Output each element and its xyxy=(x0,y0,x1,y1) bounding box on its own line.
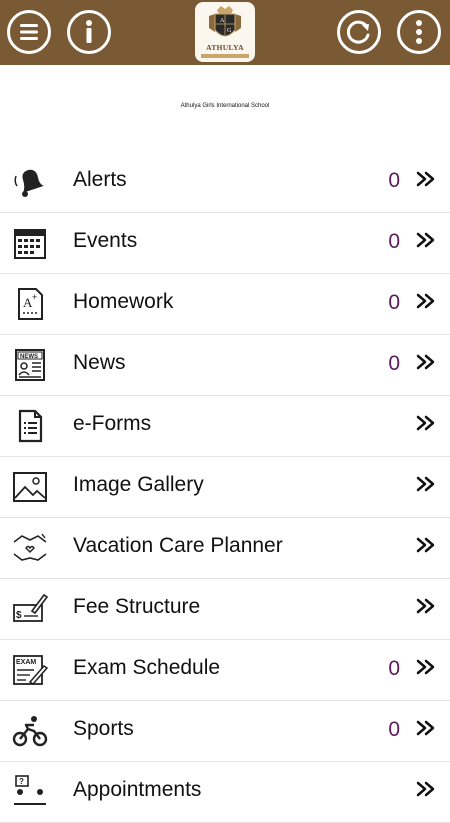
hamburger-menu-button[interactable] xyxy=(7,10,51,54)
menu-item-exam-schedule[interactable]: EXAM Exam Schedule 0 xyxy=(0,640,450,701)
main-menu-list: Alerts 0 Events 0 A + Homework 0 NEWS Ne… xyxy=(0,152,450,823)
cycling-icon xyxy=(12,716,48,747)
double-chevron-right-icon xyxy=(416,476,435,492)
menu-item-events[interactable]: Events 0 xyxy=(0,213,450,274)
menu-item-label: Events xyxy=(73,229,138,252)
school-name-text: Athulya Girls International School xyxy=(180,103,270,109)
more-vert-icon xyxy=(416,20,422,44)
svg-text:NEWS: NEWS xyxy=(20,354,38,360)
double-chevron-right-icon xyxy=(416,232,435,248)
hamburger-icon xyxy=(20,24,38,40)
svg-text:?: ? xyxy=(19,777,24,786)
menu-item-label: e-Forms xyxy=(73,412,152,435)
menu-item-homework[interactable]: A + Homework 0 xyxy=(0,274,450,335)
double-chevron-right-icon xyxy=(416,720,435,736)
double-chevron-right-icon xyxy=(416,415,435,431)
logo-ribbon xyxy=(201,54,249,58)
more-options-button[interactable] xyxy=(397,10,441,54)
double-chevron-right-icon xyxy=(416,354,435,370)
menu-item-news[interactable]: NEWS News 0 xyxy=(0,335,450,396)
menu-item-label: Image Gallery xyxy=(73,473,204,496)
homework-grade-icon: A + xyxy=(18,288,43,320)
menu-item-appointments[interactable]: ? Appointments xyxy=(0,762,450,823)
exam-paper-icon: EXAM xyxy=(13,655,48,685)
refresh-icon xyxy=(346,20,370,44)
menu-item-label: Vacation Care Planner xyxy=(73,534,283,557)
menu-item-label: News xyxy=(73,351,126,374)
bell-icon xyxy=(14,169,44,197)
menu-item-label: Fee Structure xyxy=(73,595,201,618)
double-chevron-right-icon xyxy=(416,659,435,675)
menu-item-count: 0 xyxy=(388,352,400,375)
image-icon xyxy=(13,472,47,502)
svg-text:+: + xyxy=(32,292,37,302)
hands-heart-icon xyxy=(13,533,47,561)
cheque-pen-icon: $ xyxy=(13,593,48,622)
svg-text:G: G xyxy=(227,28,232,34)
menu-item-label: Sports xyxy=(73,717,134,740)
menu-item-label: Exam Schedule xyxy=(73,656,221,679)
double-chevron-right-icon xyxy=(416,171,435,187)
menu-item-count: 0 xyxy=(388,291,400,314)
menu-item-label: Appointments xyxy=(73,778,202,801)
document-form-icon xyxy=(18,409,43,443)
menu-item-eforms[interactable]: e-Forms xyxy=(0,396,450,457)
top-app-bar: A G ATHULYA xyxy=(0,0,450,65)
double-chevron-right-icon xyxy=(416,293,435,309)
menu-item-count: 0 xyxy=(388,657,400,680)
crest-icon: A G xyxy=(209,6,241,37)
menu-item-sports[interactable]: Sports 0 xyxy=(0,701,450,762)
newspaper-icon: NEWS xyxy=(15,349,45,381)
menu-item-label: Homework xyxy=(73,290,174,313)
svg-text:A: A xyxy=(220,18,225,24)
menu-item-alerts[interactable]: Alerts 0 xyxy=(0,152,450,213)
svg-text:$: $ xyxy=(16,610,22,621)
menu-item-label: Alerts xyxy=(73,168,127,191)
menu-item-vacation-care-planner[interactable]: Vacation Care Planner xyxy=(0,518,450,579)
school-logo: A G ATHULYA xyxy=(195,2,255,62)
menu-item-count: 0 xyxy=(388,718,400,741)
menu-item-count: 0 xyxy=(388,230,400,253)
svg-text:EXAM: EXAM xyxy=(16,659,36,666)
appointment-icon: ? xyxy=(14,775,46,805)
double-chevron-right-icon xyxy=(416,781,435,797)
double-chevron-right-icon xyxy=(416,537,435,553)
menu-item-image-gallery[interactable]: Image Gallery xyxy=(0,457,450,518)
info-icon xyxy=(86,20,92,43)
menu-item-fee-structure[interactable]: $ Fee Structure xyxy=(0,579,450,640)
menu-item-count: 0 xyxy=(388,169,400,192)
double-chevron-right-icon xyxy=(416,598,435,614)
info-button[interactable] xyxy=(67,10,111,54)
logo-wordmark: ATHULYA xyxy=(206,43,244,52)
calendar-icon xyxy=(14,229,46,259)
refresh-button[interactable] xyxy=(337,10,381,54)
